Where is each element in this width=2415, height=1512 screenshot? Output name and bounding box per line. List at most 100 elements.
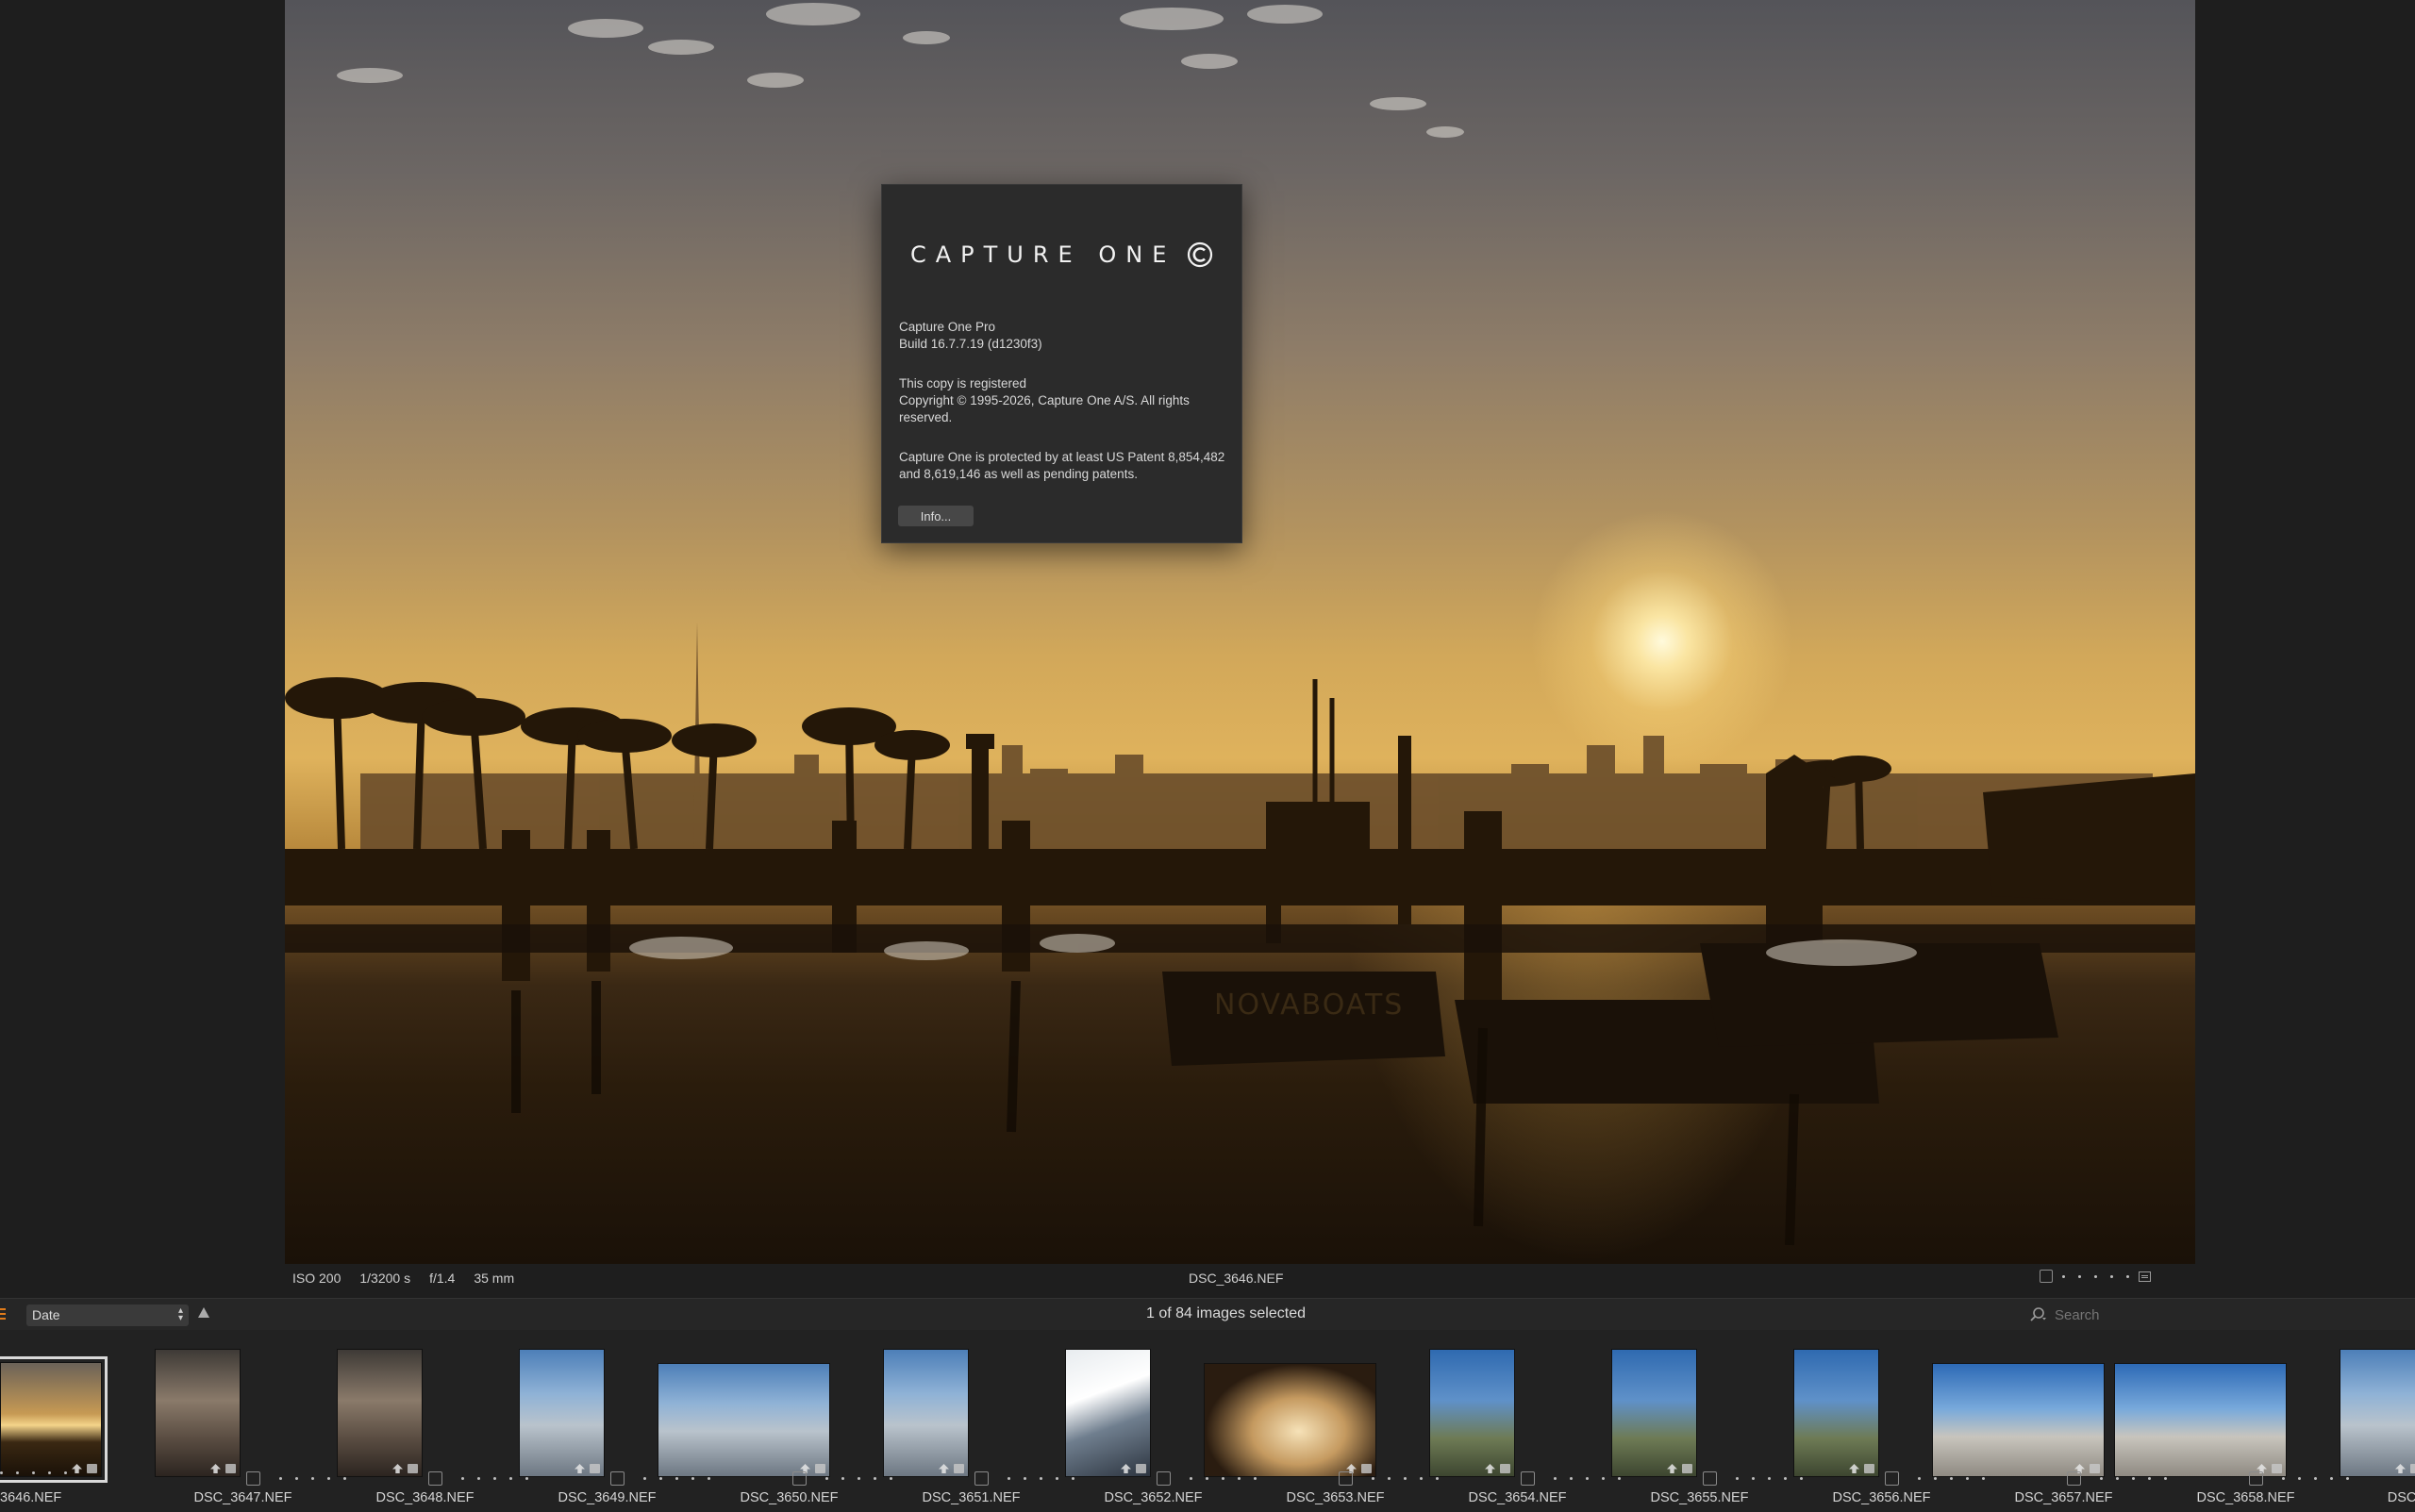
- build-number: Build 16.7.7.19 (d1230f3): [899, 337, 1042, 351]
- rating-star-icon[interactable]: [279, 1477, 282, 1480]
- rating-star-icon[interactable]: [1190, 1477, 1192, 1480]
- rating-star-icon[interactable]: [32, 1471, 35, 1474]
- thumbnail-item[interactable]: DSC_3658.NEF: [2109, 1330, 2349, 1512]
- iso-value: ISO 200: [292, 1271, 341, 1286]
- image-info-bar: ISO 200 1/3200 s f/1.4 35 mm DSC_3646.NE…: [0, 1264, 2415, 1292]
- rating-star-icon[interactable]: [2100, 1477, 2103, 1480]
- product-name: Capture One Pro: [899, 320, 996, 334]
- thumbnail-select-checkbox[interactable]: [1339, 1471, 1353, 1486]
- rating-star-icon[interactable]: [825, 1477, 828, 1480]
- filmstrip[interactable]: 3646.NEF DSC_3647.NEF DSC_3648.NEF DSC_3649…: [0, 1330, 2415, 1512]
- thumbnail-image[interactable]: [1611, 1349, 1697, 1477]
- thumbnail-item[interactable]: DSC_3650.NEF: [653, 1330, 892, 1512]
- thumbnail-item[interactable]: DSC_3654.NEF: [1381, 1330, 1621, 1512]
- rating-star-icon[interactable]: [2078, 1274, 2081, 1278]
- hamburger-icon[interactable]: [0, 1308, 6, 1321]
- thumbnail-image[interactable]: [1065, 1349, 1151, 1477]
- search-input[interactable]: [2055, 1306, 2394, 1323]
- rating-star-icon[interactable]: [461, 1477, 464, 1480]
- focal-length-value: 35 mm: [474, 1271, 515, 1286]
- upload-icon: [392, 1464, 403, 1473]
- rating-star-icon[interactable]: [1372, 1477, 1374, 1480]
- viewer-select-checkbox[interactable]: [2040, 1270, 2053, 1283]
- thumbnail-item[interactable]: DSC_3648.NEF: [289, 1330, 528, 1512]
- thumbnail-item[interactable]: DSC_3647.NEF: [107, 1330, 346, 1512]
- upload-icon: [1121, 1464, 1131, 1473]
- thumbnail-star-rating[interactable]: [0, 1471, 67, 1474]
- thumbnail-item[interactable]: DSC_3656.NEF: [1745, 1330, 1985, 1512]
- adjusted-icon: [408, 1464, 418, 1473]
- image-viewer[interactable]: NOVABOATS CAPTURE ONE Capture One Pro Bu…: [0, 0, 2415, 1264]
- info-button[interactable]: Info...: [898, 506, 974, 526]
- rating-star-icon[interactable]: [1554, 1477, 1557, 1480]
- thumbnail-item[interactable]: DSC_3655.NEF: [1563, 1330, 1803, 1512]
- thumbnail-image[interactable]: [1429, 1349, 1515, 1477]
- registration-status: This copy is registered: [899, 376, 1027, 390]
- thumbnail-item[interactable]: DSC_3652.NEF: [1017, 1330, 1257, 1512]
- thumbnail-select-checkbox[interactable]: [2249, 1471, 2263, 1486]
- color-tag-icon[interactable]: [2139, 1271, 2151, 1282]
- about-dialog[interactable]: CAPTURE ONE Capture One Pro Build 16.7.7…: [881, 184, 1242, 543]
- rating-star-icon[interactable]: [2094, 1274, 2097, 1278]
- registration-info: This copy is registered Copyright © 1995…: [899, 375, 1229, 426]
- thumbnail-select-checkbox[interactable]: [792, 1471, 807, 1486]
- rating-star-icon[interactable]: [64, 1471, 67, 1474]
- svg-text:NOVABOATS: NOVABOATS: [1214, 989, 1404, 1022]
- search-box[interactable]: [2028, 1303, 2415, 1327]
- selection-status: 1 of 84 images selected: [1146, 1305, 1306, 1321]
- rating-star-icon[interactable]: [1918, 1477, 1921, 1480]
- thumbnail-image[interactable]: [0, 1356, 108, 1483]
- capture-one-window: NOVABOATS CAPTURE ONE Capture One Pro Bu…: [0, 0, 2415, 1512]
- thumbnail-select-checkbox[interactable]: [2067, 1471, 2081, 1486]
- capture-one-logo: CAPTURE ONE: [910, 241, 1213, 268]
- adjusted-icon: [1500, 1464, 1510, 1473]
- thumbnail-item[interactable]: DSC_3659.N: [2291, 1330, 2415, 1512]
- triangle-up-icon[interactable]: [198, 1307, 209, 1318]
- thumbnail-image[interactable]: [2114, 1363, 2287, 1477]
- thumbnail-image[interactable]: [1932, 1363, 2105, 1477]
- thumbnail-image[interactable]: [519, 1349, 605, 1477]
- thumbnail-image[interactable]: [1204, 1363, 1376, 1477]
- search-icon[interactable]: [2028, 1305, 2047, 1324]
- sort-dropdown[interactable]: Date ▴ ▾: [26, 1304, 189, 1326]
- thumbnail-image[interactable]: [155, 1349, 241, 1477]
- thumbnail-select-checkbox[interactable]: [1885, 1471, 1899, 1486]
- rating-star-icon[interactable]: [2126, 1274, 2129, 1278]
- rating-star-icon[interactable]: [1736, 1477, 1739, 1480]
- thumbnail-image[interactable]: [658, 1363, 830, 1477]
- thumbnail-select-checkbox[interactable]: [610, 1471, 625, 1486]
- viewer-star-rating[interactable]: [2062, 1274, 2129, 1278]
- product-info: Capture One Pro Build 16.7.7.19 (d1230f3…: [899, 319, 1229, 353]
- rating-star-icon[interactable]: [2110, 1274, 2113, 1278]
- thumbnail-item[interactable]: DSC_3657.NEF: [1927, 1330, 2167, 1512]
- rating-star-icon[interactable]: [48, 1471, 51, 1474]
- rating-star-icon[interactable]: [2282, 1477, 2285, 1480]
- upload-icon: [1485, 1464, 1495, 1473]
- thumbnail-image[interactable]: [337, 1349, 423, 1477]
- thumbnail-select-checkbox[interactable]: [1703, 1471, 1717, 1486]
- thumbnail-select-checkbox[interactable]: [428, 1471, 442, 1486]
- thumbnail-item[interactable]: 3646.NEF: [0, 1330, 108, 1512]
- upload-icon: [72, 1464, 82, 1473]
- logo-text: CAPTURE ONE: [910, 241, 1176, 268]
- adjusted-icon: [87, 1464, 97, 1473]
- rating-star-icon[interactable]: [643, 1477, 646, 1480]
- thumbnail-item[interactable]: DSC_3649.NEF: [471, 1330, 710, 1512]
- thumbnail-select-checkbox[interactable]: [1521, 1471, 1535, 1486]
- thumbnail-image[interactable]: [1793, 1349, 1879, 1477]
- rating-star-icon[interactable]: [16, 1471, 19, 1474]
- upload-icon: [2395, 1464, 2406, 1473]
- rating-star-icon[interactable]: [0, 1471, 3, 1474]
- thumbnail-image[interactable]: [2340, 1349, 2415, 1477]
- rating-star-icon[interactable]: [1008, 1477, 1010, 1480]
- adjusted-icon: [1682, 1464, 1692, 1473]
- thumbnail-image[interactable]: [883, 1349, 969, 1477]
- thumbnail-select-checkbox[interactable]: [974, 1471, 989, 1486]
- exif-info: ISO 200 1/3200 s f/1.4 35 mm: [292, 1271, 514, 1286]
- thumbnail-item[interactable]: DSC_3653.NEF: [1199, 1330, 1439, 1512]
- thumbnail-select-checkbox[interactable]: [1157, 1471, 1171, 1486]
- thumbnail-select-checkbox[interactable]: [246, 1471, 260, 1486]
- thumbnail-item[interactable]: DSC_3651.NEF: [835, 1330, 1074, 1512]
- rating-star-icon[interactable]: [2062, 1274, 2065, 1278]
- shutter-value: 1/3200 s: [359, 1271, 411, 1286]
